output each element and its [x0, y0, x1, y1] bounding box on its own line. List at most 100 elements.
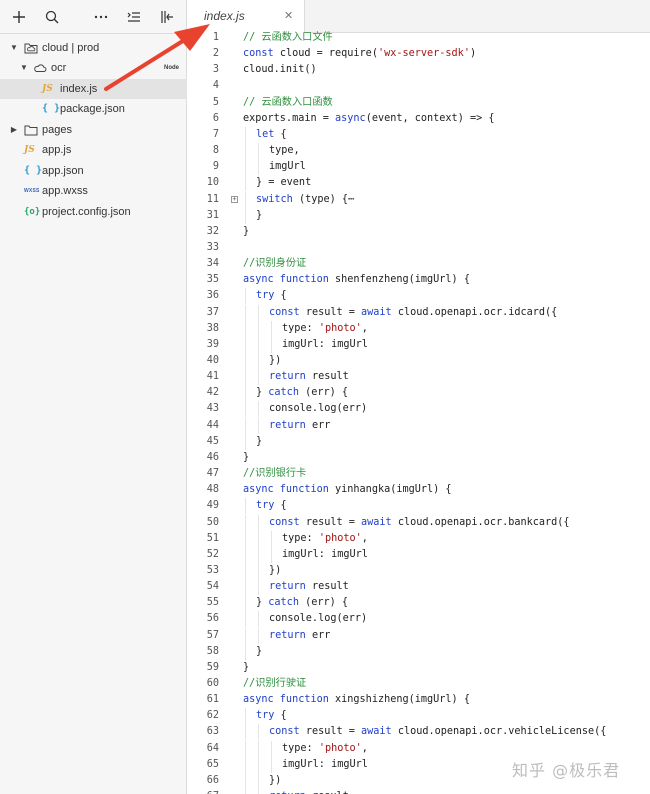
- code-line: 43 console.log(err): [187, 401, 650, 418]
- code-text: console.log(err): [269, 401, 367, 417]
- tab-title: index.js: [204, 9, 245, 23]
- code-token-plain: imgUrl: [269, 161, 306, 173]
- code-text: }: [256, 644, 262, 660]
- caret-down-icon[interactable]: ▼: [19, 58, 29, 78]
- tree-item-label: app.js: [42, 144, 72, 156]
- code-text: }: [243, 224, 249, 240]
- indent-guide: [245, 514, 246, 531]
- code-token-keyword: return: [269, 629, 312, 641]
- code-text: }: [243, 450, 249, 466]
- line-number: 40: [206, 355, 219, 366]
- tree-item-project-config-json[interactable]: {o} project.config.json: [0, 202, 187, 222]
- code-line: 48 async function yinhangka(imgUrl) {: [187, 482, 650, 498]
- tree-item-pages[interactable]: ▶ pages: [0, 120, 187, 140]
- code-line: 58}: [187, 643, 650, 660]
- code-token-keyword: return: [269, 419, 312, 431]
- fold-expand-icon[interactable]: +: [231, 195, 238, 203]
- code-line: 47 //识别银行卡: [187, 466, 650, 482]
- indent-guide: [245, 143, 246, 160]
- indent-guide: [245, 530, 246, 547]
- tab-index-js[interactable]: index.js ✕: [187, 0, 305, 33]
- code-token-plain: }: [256, 387, 269, 399]
- tree-item-package-json[interactable]: { } package.json: [0, 99, 187, 119]
- tree-item-ocr[interactable]: ▼ ocr Node: [0, 58, 187, 78]
- code-token-plain: cloud.openapi.ocr.bankcard({: [397, 516, 570, 528]
- code-token-comment: //识别身份证: [243, 258, 307, 270]
- wxss-file-icon: WXSS: [24, 188, 40, 194]
- code-token-plain: }): [269, 774, 282, 786]
- tree-item-app-js[interactable]: JS app.js: [0, 140, 187, 160]
- code-line: 60 //识别行驶证: [187, 676, 650, 692]
- search-icon[interactable]: [41, 6, 63, 28]
- indent-guide: [245, 579, 246, 596]
- tree-item-label: index.js: [60, 83, 98, 95]
- tree-item-cloud-prod[interactable]: ▼ cloud | prod: [0, 38, 187, 58]
- code-line: 8 type,: [187, 143, 650, 160]
- indent-guide: [245, 724, 246, 741]
- tree-item-label: app.wxss: [42, 185, 88, 197]
- indent-guide: [271, 336, 272, 353]
- indent-guide: [258, 562, 259, 579]
- code-text: //识别身份证: [243, 256, 306, 272]
- code-line: 59}: [187, 660, 650, 676]
- indent-guide: [245, 191, 246, 208]
- line-number: 57: [206, 629, 219, 641]
- indent-guide: [258, 546, 259, 563]
- cloud-function-icon: [33, 62, 47, 74]
- code-text: return result: [269, 369, 349, 385]
- code-line: 31}: [187, 207, 650, 224]
- code-line: 10} = event: [187, 175, 650, 192]
- line-number: 62: [206, 710, 219, 722]
- caret-right-icon[interactable]: ▶: [9, 120, 19, 140]
- code-token-plain: }: [243, 661, 250, 673]
- json-file-icon: { }: [24, 165, 43, 176]
- code-token-keyword: const: [269, 516, 306, 528]
- line-number: 43: [206, 403, 219, 415]
- code-line: 2 const cloud = require('wx-server-sdk'): [187, 46, 650, 62]
- code-text: try {: [256, 498, 287, 514]
- code-text: //识别行驶证: [243, 676, 306, 692]
- code-token-plain: {: [280, 710, 287, 722]
- indent-guide: [258, 353, 259, 369]
- code-token-keyword: catch: [268, 387, 306, 399]
- code-text: // 云函数入口文件: [243, 30, 333, 46]
- line-number: 67: [187, 789, 219, 794]
- line-number: 39: [206, 338, 219, 350]
- indent-guide: [258, 530, 259, 547]
- code-token-keyword: return: [269, 581, 312, 593]
- indent-guide: [245, 288, 246, 305]
- toggle-panel-icon[interactable]: [156, 6, 178, 28]
- more-icon[interactable]: [90, 6, 112, 28]
- line-number: 56: [206, 613, 219, 625]
- line-number: 42: [206, 387, 219, 399]
- code-token-comment: //识别行驶证: [243, 678, 307, 689]
- ide-window: ▼ cloud | prod ▼ ocr Node JS index.js{ } packag…: [0, 0, 650, 794]
- line-number: 1: [212, 32, 219, 43]
- plus-icon[interactable]: [8, 6, 30, 28]
- indent-guide: [258, 789, 259, 794]
- indent-guide: [245, 159, 246, 176]
- indent-guide: [258, 417, 259, 434]
- line-number: 9: [212, 161, 219, 173]
- indent-guide: [258, 159, 259, 176]
- line-number: 60: [206, 678, 219, 689]
- indent-guide: [258, 772, 259, 789]
- code-token-plain: }: [243, 451, 250, 463]
- code-text: }: [256, 434, 262, 450]
- code-token-plain: type,: [269, 145, 300, 157]
- code-token-plain: }: [256, 645, 263, 657]
- collapse-all-icon[interactable]: [123, 6, 145, 28]
- code-text: }: [243, 660, 249, 676]
- code-text: // 云函数入口函数: [243, 95, 333, 111]
- code-text: return err: [269, 418, 330, 434]
- close-icon[interactable]: ✕: [284, 0, 293, 33]
- code-line: 62 try {: [187, 708, 650, 725]
- code-token-plain: shenfenzheng(imgUrl) {: [335, 274, 470, 286]
- line-number: 52: [206, 548, 219, 560]
- tree-item-app-json[interactable]: { } app.json: [0, 161, 187, 181]
- code-text: }): [269, 563, 281, 579]
- code-line: 34 //识别身份证: [187, 256, 650, 272]
- tree-item-index-js[interactable]: JS index.js: [0, 79, 187, 99]
- tree-item-app-wxss[interactable]: WXSS app.wxss: [0, 181, 187, 201]
- caret-down-icon[interactable]: ▼: [9, 38, 19, 58]
